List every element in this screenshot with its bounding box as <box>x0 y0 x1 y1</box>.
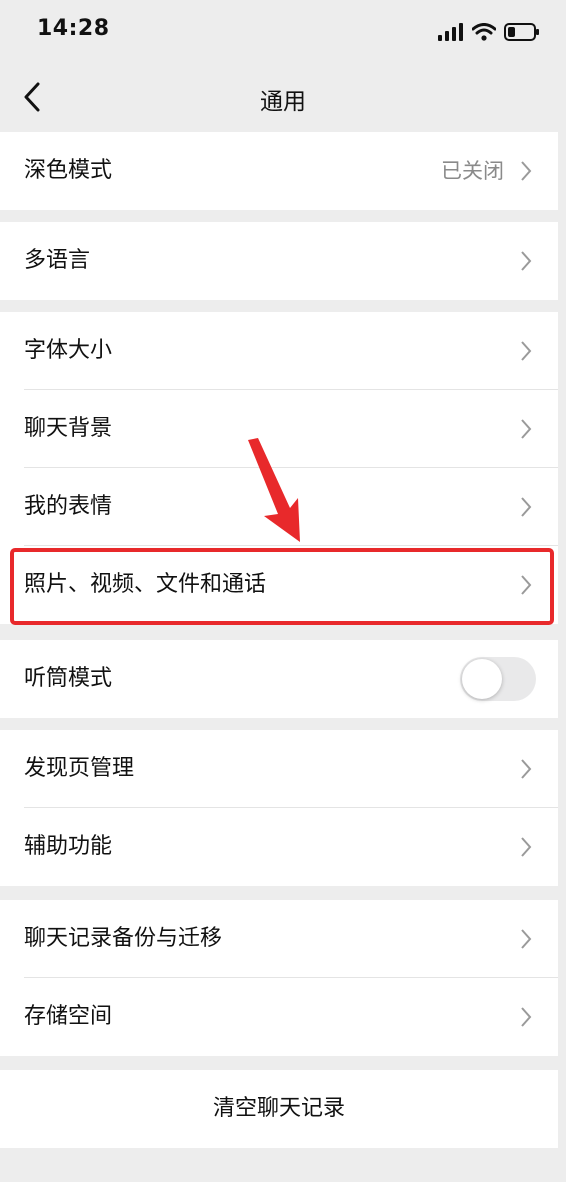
row-label: 字体大小 <box>24 338 113 363</box>
row-label: 深色模式 <box>24 158 113 183</box>
row-font-size[interactable]: 字体大小 <box>0 312 558 390</box>
chevron-right-icon <box>521 161 532 181</box>
row-my-stickers[interactable]: 我的表情 <box>0 468 558 546</box>
chevron-right-icon <box>521 759 532 779</box>
row-storage[interactable]: 存储空间 <box>0 978 558 1056</box>
chevron-right-icon <box>521 929 532 949</box>
settings-group-clear: 清空聊天记录 <box>0 1070 558 1148</box>
battery-icon <box>504 23 539 41</box>
chevron-right-icon <box>521 251 532 271</box>
row-label: 发现页管理 <box>24 756 135 781</box>
chevron-right-icon <box>521 497 532 517</box>
row-label: 辅助功能 <box>24 834 113 859</box>
chevron-right-icon <box>521 575 532 595</box>
row-language[interactable]: 多语言 <box>0 222 558 300</box>
status-bar: 14:28 <box>0 0 566 62</box>
row-label: 聊天记录备份与迁移 <box>24 926 223 951</box>
row-accessibility[interactable]: 辅助功能 <box>0 808 558 886</box>
page-title: 通用 <box>260 89 306 115</box>
row-chat-backup[interactable]: 聊天记录备份与迁移 <box>0 900 558 978</box>
chevron-right-icon <box>521 837 532 857</box>
wifi-icon <box>472 23 496 41</box>
row-label: 照片、视频、文件和通话 <box>24 572 267 597</box>
row-label: 聊天背景 <box>24 416 113 441</box>
status-icons <box>438 20 540 44</box>
status-time: 14:28 <box>37 16 110 41</box>
row-label: 存储空间 <box>24 1004 113 1029</box>
settings-group-storage: 聊天记录备份与迁移 存储空间 <box>0 900 558 1056</box>
row-media-files[interactable]: 照片、视频、文件和通话 <box>0 546 558 624</box>
settings-group-language: 多语言 <box>0 222 558 300</box>
toggle-knob <box>462 659 502 699</box>
clear-chat-history-button[interactable]: 清空聊天记录 <box>0 1070 558 1148</box>
row-earpiece-mode: 听筒模式 <box>0 640 558 718</box>
settings-group-earpiece: 听筒模式 <box>0 640 558 718</box>
row-label: 听筒模式 <box>24 666 113 691</box>
row-label: 多语言 <box>24 248 91 273</box>
row-discover-manage[interactable]: 发现页管理 <box>0 730 558 808</box>
chevron-right-icon <box>521 419 532 439</box>
earpiece-mode-toggle[interactable] <box>460 657 536 701</box>
settings-group-chat: 字体大小 聊天背景 我的表情 照片、视频、文件和通话 <box>0 312 558 624</box>
row-value: 已关闭 <box>441 159 504 183</box>
chevron-right-icon <box>521 341 532 361</box>
settings-group-discover: 发现页管理 辅助功能 <box>0 730 558 886</box>
settings-group-dark-mode: 深色模式 已关闭 <box>0 132 558 210</box>
nav-bar: 通用 <box>0 62 566 132</box>
chevron-right-icon <box>521 1007 532 1027</box>
row-dark-mode[interactable]: 深色模式 已关闭 <box>0 132 558 210</box>
row-chat-background[interactable]: 聊天背景 <box>0 390 558 468</box>
signal-icon <box>438 23 463 41</box>
row-label: 我的表情 <box>24 494 113 519</box>
